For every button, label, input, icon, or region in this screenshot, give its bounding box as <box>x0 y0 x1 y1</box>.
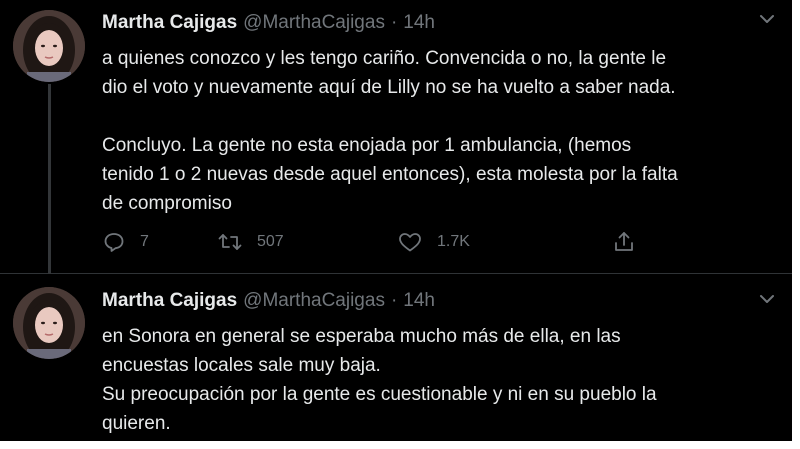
avatar[interactable] <box>13 10 85 82</box>
tweet-actions: 7 507 1.7K <box>102 228 742 256</box>
tweet-text: a quienes conozco y les tengo cariño. Co… <box>102 44 782 218</box>
text-line: Concluyo. La gente no esta enojada por 1… <box>102 135 632 156</box>
author-handle[interactable]: @MarthaCajigas <box>243 12 385 33</box>
retweet-button[interactable]: 507 <box>217 228 284 256</box>
separator-dot: · <box>390 12 398 33</box>
like-button[interactable]: 1.7K <box>397 228 470 256</box>
timestamp[interactable]: 14h <box>403 12 435 33</box>
author-name[interactable]: Martha Cajigas <box>102 12 237 33</box>
chevron-down-icon[interactable] <box>758 10 776 28</box>
reply-count: 7 <box>140 233 149 250</box>
text-line: tenido 1 o 2 nuevas desde aquel entonces… <box>102 164 678 185</box>
timestamp[interactable]: 14h <box>403 290 435 311</box>
thread-connector <box>48 84 51 274</box>
chevron-down-icon[interactable] <box>758 290 776 308</box>
tweet-header: Martha Cajigas @MarthaCajigas · 14h <box>102 12 435 34</box>
text-line: dio el voto y nuevamente aquí de Lilly n… <box>102 77 676 98</box>
author-handle[interactable]: @MarthaCajigas <box>243 290 385 311</box>
tweet-header: Martha Cajigas @MarthaCajigas · 14h <box>102 290 435 312</box>
text-line: en Sonora en general se esperaba mucho m… <box>102 326 621 347</box>
text-line: encuestas locales sale muy baja. <box>102 355 381 376</box>
tweet-text: en Sonora en general se esperaba mucho m… <box>102 322 782 438</box>
avatar[interactable] <box>13 287 85 359</box>
share-button[interactable] <box>612 228 636 256</box>
timeline: Martha Cajigas @MarthaCajigas · 14h a quien… <box>0 0 792 441</box>
text-line: a quienes conozco y les tengo cariño. Co… <box>102 48 667 69</box>
text-line: de compromiso <box>102 193 232 214</box>
retweet-icon <box>218 234 242 250</box>
separator-dot: · <box>390 290 398 311</box>
text-line: Su preocupación por la gente es cuestion… <box>102 384 657 405</box>
like-count: 1.7K <box>437 233 470 250</box>
tweet-1[interactable]: Martha Cajigas @MarthaCajigas · 14h a quien… <box>0 0 792 274</box>
retweet-count: 507 <box>257 233 284 250</box>
reply-icon <box>104 233 124 252</box>
share-icon <box>615 232 633 251</box>
author-name[interactable]: Martha Cajigas <box>102 290 237 311</box>
heart-icon <box>399 233 421 252</box>
reply-button[interactable]: 7 <box>102 228 149 256</box>
text-line: quieren. <box>102 413 171 434</box>
tweet-2[interactable]: Martha Cajigas @MarthaCajigas · 14h en Sono… <box>0 274 792 441</box>
